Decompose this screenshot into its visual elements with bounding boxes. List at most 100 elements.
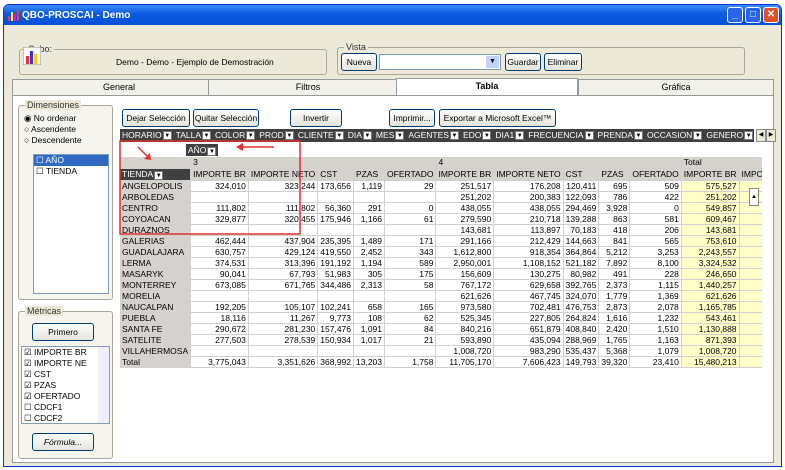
pivot-cell[interactable]: 1,765 [598, 334, 631, 346]
pivot-cell[interactable]: 543,461 [681, 312, 740, 324]
pivot-cell[interactable]: 173,656 [317, 180, 355, 192]
pivot-cell[interactable]: 467,745 [739, 290, 762, 302]
pivot-cell[interactable]: 84 [384, 323, 437, 335]
pivot-cell[interactable]: 51,983 [317, 268, 355, 280]
pivot-cell[interactable]: 419,550 [317, 246, 355, 258]
pivot-cell[interactable]: 5,212 [598, 246, 631, 258]
pivot-cell[interactable]: 143,681 [681, 224, 740, 236]
pivot-cell[interactable]: 2,313 [353, 279, 386, 291]
pivot-cell[interactable]: 1,489 [353, 235, 386, 247]
row-field-tienda[interactable]: TIENDA ▼ [120, 168, 192, 181]
pivot-cell[interactable]: 313,396 [248, 257, 319, 269]
tab-grafica[interactable]: Gráfica [578, 79, 774, 95]
field-chip[interactable]: TALLA ▼ [174, 129, 212, 142]
pivot-cell[interactable]: 67,793 [248, 268, 319, 280]
pivot-cell[interactable]: LERMA [120, 257, 192, 269]
pivot-cell[interactable]: 175 [384, 268, 437, 280]
pivot-cell[interactable] [248, 191, 319, 203]
field-chip[interactable]: PRENDA ▼ [596, 129, 643, 142]
pivot-cell[interactable]: 8,100 [629, 257, 682, 269]
pivot-cell[interactable] [353, 345, 386, 357]
pivot-cell[interactable]: 58 [384, 279, 437, 291]
primero-button[interactable]: Primero [32, 323, 94, 341]
pivot-cell[interactable]: 581 [629, 213, 682, 225]
pivot-cell[interactable]: 70,183 [563, 224, 600, 236]
dimensiones-list[interactable]: ☐ AÑO ☐ TIENDA [33, 154, 109, 294]
pivot-cell[interactable]: 3,928 [598, 202, 631, 214]
pivot-cell[interactable]: 467,745 [493, 290, 564, 302]
pivot-cell[interactable] [190, 191, 249, 203]
exportar-excel-button[interactable]: Exportar a Microsoft Excel™ [439, 109, 556, 127]
pivot-cell[interactable]: 291,166 [435, 235, 495, 247]
pivot-cell[interactable]: 437,904 [248, 235, 319, 247]
pivot-cell[interactable]: 408,840 [563, 323, 600, 335]
pivot-cell[interactable]: 2,373 [598, 279, 631, 291]
pivot-cell[interactable]: 2,078 [629, 301, 682, 313]
pivot-cell[interactable]: 2,243,557 [681, 246, 740, 258]
pivot-cell[interactable]: 650,333 [739, 235, 762, 247]
pivot-cell[interactable]: 673,085 [190, 279, 249, 291]
pivot-cell[interactable]: 7,892 [598, 257, 631, 269]
pivot-cell[interactable]: 621,626 [435, 290, 495, 302]
pivot-cell[interactable]: 491 [598, 268, 631, 280]
pivot-cell[interactable]: 130,275 [493, 268, 564, 280]
field-chip[interactable]: HORARIO ▼ [120, 129, 172, 142]
pivot-cell[interactable]: 156,609 [435, 268, 495, 280]
pivot-cell[interactable]: 871,393 [681, 334, 740, 346]
pivot-cell[interactable]: 973,580 [435, 301, 495, 313]
pivot-cell[interactable]: 1,115 [629, 279, 682, 291]
pivot-cell[interactable]: 1,194 [353, 257, 386, 269]
pivot-cell[interactable]: 171 [384, 235, 437, 247]
pivot-cell[interactable]: 2,452 [353, 246, 386, 258]
metric-checkbox[interactable]: ☑ PZAS [22, 380, 109, 391]
field-chip[interactable]: FRECUENCIA ▼ [526, 129, 594, 142]
pivot-cell[interactable]: 695 [598, 180, 631, 192]
pivot-cell[interactable] [384, 191, 437, 203]
pivot-cell[interactable]: 192,205 [190, 301, 249, 313]
pivot-cell[interactable]: 933,109 [739, 323, 762, 335]
pivot-cell[interactable]: 278,539 [248, 334, 319, 346]
pivot-cell[interactable]: 21 [384, 334, 437, 346]
pivot-cell[interactable]: 200,383 [493, 191, 564, 203]
close-icon[interactable]: ✕ [763, 7, 779, 23]
pivot-cell[interactable]: IMPORTE BR [681, 168, 740, 181]
pivot-cell[interactable] [317, 191, 355, 203]
radio-no-ordenar[interactable]: ◉ No ordenar [24, 113, 82, 124]
pivot-cell[interactable] [317, 345, 355, 357]
pivot-cell[interactable]: 324,010 [190, 180, 249, 192]
pivot-cell[interactable]: 7,606,423 [493, 356, 564, 368]
field-chip[interactable]: EDO ▼ [461, 129, 492, 142]
pivot-cell[interactable]: SANTA FE [120, 323, 192, 335]
pivot-cell[interactable]: SATELITE [120, 334, 192, 346]
pivot-cell[interactable]: 235,395 [317, 235, 355, 247]
pivot-cell[interactable] [190, 345, 249, 357]
pivot-cell[interactable]: 651,879 [493, 323, 564, 335]
pivot-cell[interactable]: 176,208 [493, 180, 564, 192]
field-chip[interactable]: OCCASION ▼ [645, 129, 703, 142]
pivot-cell[interactable]: 227,805 [493, 312, 564, 324]
chevron-left-icon[interactable]: ◀ [756, 129, 766, 142]
pivot-cell[interactable]: GUADALAJARA [120, 246, 192, 258]
pivot-cell[interactable]: 429,124 [248, 246, 319, 258]
field-chip[interactable]: MES ▼ [374, 129, 405, 142]
pivot-cell[interactable]: 1,119 [353, 180, 386, 192]
pivot-cell[interactable]: 435,094 [493, 334, 564, 346]
pivot-cell[interactable]: IMPORTE NETO [493, 168, 564, 181]
pivot-cell[interactable]: 290,672 [190, 323, 249, 335]
metric-checkbox[interactable]: ☐ CDCF2 [22, 413, 109, 423]
pivot-cell[interactable]: 3,351,626 [248, 356, 319, 368]
pivot-cell[interactable]: 344,486 [317, 279, 355, 291]
pivot-cell[interactable] [190, 224, 249, 236]
pivot-cell[interactable]: 531,173 [739, 213, 762, 225]
pivot-cell[interactable]: 149,793 [563, 356, 600, 368]
pivot-cell[interactable]: 565 [629, 235, 682, 247]
pivot-cell[interactable]: 0 [629, 202, 682, 214]
metric-checkbox[interactable]: ☑ CST [22, 369, 109, 380]
pivot-cell[interactable]: MASARYK [120, 268, 192, 280]
pivot-cell[interactable]: 549,857 [681, 202, 740, 214]
pivot-cell[interactable]: 3,324,532 [681, 257, 740, 269]
pivot-cell[interactable]: 105,107 [248, 301, 319, 313]
pivot-cell[interactable]: 671,765 [248, 279, 319, 291]
pivot-cell[interactable] [353, 290, 386, 302]
tab-tabla[interactable]: Tabla [396, 78, 578, 96]
